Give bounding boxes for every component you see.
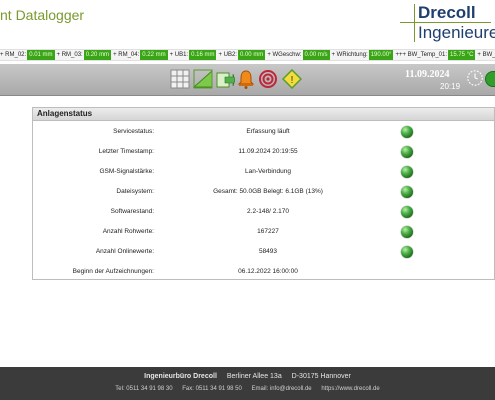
status-row: Anzahl Onlinewerte: 58493 [33,243,494,263]
ticker-item: +++ BW_Temp_01: 15.75 °C [395,50,476,60]
table-icon[interactable] [170,69,190,89]
ticker-label: + RM_02: [0,52,27,58]
status-led-icon [401,206,413,218]
brand-subtitle: Ingenieure [418,23,495,42]
footer-tel: Tel: 0511 34 91 98 30 [115,386,173,392]
page: nt Datalogger Drecoll Ingenieure + RM_02… [0,0,495,400]
ticker-value: 0.00 m/s [302,50,330,60]
ticker-label: + RM_04: [113,52,140,58]
status-value: Gesamt: 50.0GB Belegt: 6.1GB (13%) [213,188,323,195]
brand-name: Drecoll [418,3,476,22]
ticker-item: + RM_02: 0.01 mm [0,50,55,60]
ticker-label: + WGeschw: [267,52,302,58]
status-value: Erfassung läuft [246,128,290,135]
brand-logo[interactable]: Drecoll Ingenieure [396,0,495,42]
status-row: Softwarestand: 2.2-148/ 2.170 [33,203,494,223]
ticker-value: 0.22 mm [140,50,168,60]
status-label: Anzahl Rohwerte: [102,228,154,235]
status-value: 167227 [257,228,279,235]
ticker-value: 0.01 mm [27,50,55,60]
app-title: nt Datalogger [0,7,85,23]
footer-address: Ingenieurbüro Drecoll Berliner Allee 13a… [0,373,495,380]
panel-title: Anlagenstatus [33,108,494,121]
status-value: 11.09.2024 20:19:55 [238,148,298,155]
ticker-item: + RM_03: 0.20 mm [57,50,112,60]
ticker-value: 15.75 °C [448,50,476,60]
current-date: 11.09.2024 [405,69,450,80]
system-status-panel: Anlagenstatus Servicestatus: Erfassung lä… [32,107,495,280]
status-label: Softwarestand: [110,208,154,215]
status-row: Letzter Timestamp: 11.09.2024 20:19:55 [33,143,494,163]
ticker-value: 0.20 mm [83,50,112,60]
ticker-value: 0.16 mm [189,50,217,60]
ticker-value: 0.00 mm [237,50,266,60]
ticker-item: + RM_04: 0.22 mm [113,50,168,60]
status-label: Beginn der Aufzeichnungen: [72,268,154,275]
status-value: 2.2-148/ 2.170 [247,208,289,215]
status-led-icon [401,186,413,198]
status-led-icon [401,226,413,238]
status-value: Lan-Verbindung [245,168,291,175]
ticker-label: + RM_03: [56,52,83,58]
status-toggle[interactable] [485,71,495,87]
status-label: Dateisystem: [116,188,154,195]
status-led-icon [401,146,413,158]
ticker-item: + WGeschw: 0.00 m/s [267,50,330,60]
footer-contact: Tel: 0511 34 91 98 30 Fax: 0511 34 91 98… [0,386,495,392]
svg-text:!: ! [291,75,294,86]
ticker-item: + BW_Temp_02:15.32 °C [477,50,495,60]
ticker-item: + UB1: 0.16 mm [170,50,217,60]
status-label: Servicestatus: [113,128,154,135]
footer-street: Berliner Allee 13a [226,373,282,380]
footer-web-link[interactable]: https://www.drecoll.de [321,386,379,392]
signal-icon[interactable] [258,69,278,89]
alarm-bell-icon[interactable] [236,69,256,89]
footer-company: Ingenieurbüro Drecoll [144,373,217,380]
status-led-icon [401,246,413,258]
ticker-label: + WRichtung: [331,52,368,58]
export-icon[interactable] [215,69,235,89]
footer-email-link[interactable]: Email: info@drecoll.de [252,386,312,392]
status-row: GSM-Signalstärke: Lan-Verbindung [33,163,494,183]
ticker-item: + WRichtung: 190.00° [332,50,394,60]
live-value-ticker: + RM_02: 0.01 mm + RM_03: 0.20 mm + RM_04: 0.… [0,49,495,61]
footer-fax: Fax: 0511 34 91 98 50 [182,386,242,392]
logo-vertical-line [414,4,415,42]
status-value: 58493 [258,248,278,255]
ticker-label: + BW_Temp_02: [477,52,495,58]
status-label: Letzter Timestamp: [98,148,154,155]
ticker-label: + UB1: [169,52,189,58]
toolbar: ! 11.09.2024 20:19 [0,64,495,96]
status-value: 06.12.2022 16:00:00 [238,268,298,275]
ticker-value: 190.00° [368,50,394,60]
status-row: Servicestatus: Erfassung läuft [33,123,494,143]
status-label: GSM-Signalstärke: [99,168,154,175]
ticker-item: + UB2: 0.00 mm [218,50,266,60]
status-led-icon [401,126,413,138]
footer-city: D-30175 Hannover [291,373,351,380]
status-led-icon [401,166,413,178]
warning-icon[interactable]: ! [282,69,302,89]
ticker-label: + UB2: [218,52,237,58]
footer: Ingenieurbüro Drecoll Berliner Allee 13a… [0,367,495,400]
current-time: 20:19 [440,82,461,91]
chart-icon[interactable] [193,69,213,89]
ticker-label: +++ BW_Temp_01: [395,52,447,58]
status-label: Anzahl Onlinewerte: [95,248,154,255]
status-row: Dateisystem: Gesamt: 50.0GB Belegt: 6.1GB… [33,183,494,203]
clock-icon [467,70,483,86]
status-row: Beginn der Aufzeichnungen: 06.12.2022 16:… [33,263,494,283]
status-row: Anzahl Rohwerte: 167227 [33,223,494,243]
